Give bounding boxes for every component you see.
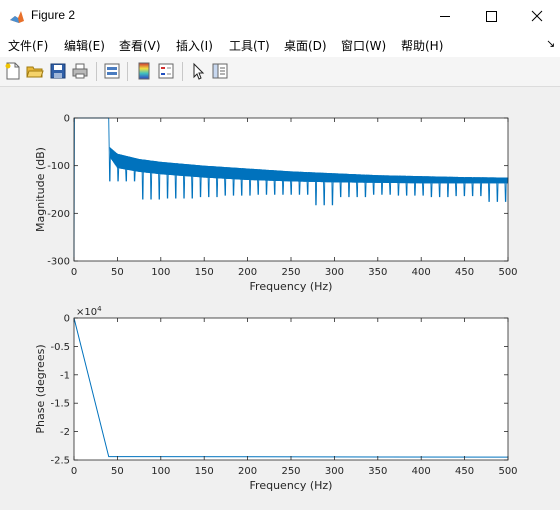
link-plot-icon[interactable] (103, 62, 121, 80)
axes-background (74, 318, 508, 460)
insert-colorbar-icon[interactable] (135, 62, 153, 80)
property-inspector-icon[interactable] (211, 62, 229, 80)
maximize-button[interactable] (468, 0, 514, 33)
x-axis-label: Frequency (Hz) (250, 280, 333, 293)
x-tick-label: 200 (238, 466, 257, 477)
x-tick-label: 500 (498, 466, 517, 477)
save-icon[interactable] (49, 62, 67, 80)
x-tick-label: 350 (368, 267, 387, 278)
y-axis-label: Magnitude (dB) (34, 147, 47, 232)
x-tick-label: 0 (71, 267, 77, 278)
magnitude-axes: 0 50 100 150 200 250 300 350 400 450 500 0 -100 -200 -… (34, 114, 518, 294)
x-tick-label: 150 (195, 267, 214, 278)
x-tick-label: 400 (412, 267, 431, 278)
x-tick-label: 350 (368, 466, 387, 477)
toolbar (0, 57, 560, 87)
menu-insert[interactable]: 插入(I) (176, 37, 213, 54)
window-title: Figure 2 (31, 8, 76, 22)
y-tick-label: -100 (47, 161, 70, 172)
toolbar-separator (182, 62, 183, 81)
y-tick-label: -1.5 (50, 399, 70, 410)
x-tick-label: 150 (195, 466, 214, 477)
x-tick-label: 450 (455, 466, 474, 477)
y-tick-label: -2 (60, 427, 70, 438)
y-tick-label: -300 (47, 257, 70, 268)
close-icon (531, 10, 543, 22)
x-tick-label: 250 (281, 267, 300, 278)
menu-file[interactable]: 文件(F) (8, 37, 48, 54)
menu-edit[interactable]: 编辑(E) (64, 37, 105, 54)
toolbar-separator (127, 62, 128, 81)
insert-legend-icon[interactable] (157, 62, 175, 80)
maximize-icon (486, 11, 497, 22)
x-tick-label: 100 (151, 466, 170, 477)
open-file-icon[interactable] (26, 62, 44, 80)
x-tick-label: 300 (325, 267, 344, 278)
matlab-icon (9, 9, 25, 25)
figure-canvas[interactable]: 0 50 100 150 200 250 300 350 400 450 500 0 -100 -200-… (0, 87, 560, 506)
menu-view[interactable]: 查看(V) (119, 37, 161, 54)
menu-desktop[interactable]: 桌面(D) (284, 37, 327, 54)
axis-exponent: ×104 (76, 305, 102, 318)
y-axis-label: Phase (degrees) (34, 344, 47, 433)
menu-tools[interactable]: 工具(T) (229, 37, 270, 54)
minimize-button[interactable] (422, 0, 468, 33)
x-tick-label: 200 (238, 267, 257, 278)
y-tick-label: 0 (64, 314, 70, 325)
y-tick-label: 0 (64, 114, 70, 125)
y-tick-label: -200 (47, 209, 70, 220)
phase-axes: 0 50 100 150 200 250 300 350 400 450 500 0 -0.5 -1 -1.… (34, 305, 518, 492)
toolbar-separator (96, 62, 97, 81)
plot-svg: 0 50 100 150 200 250 300 350 400 450 5000-100-200-… (34, 114, 518, 493)
x-tick-label: 500 (498, 267, 517, 278)
menu-help[interactable]: 帮助(H) (401, 37, 443, 54)
title-bar: Figure 2 (0, 0, 560, 33)
minimize-icon (440, 16, 450, 17)
y-tick-label: -2.5 (50, 456, 70, 467)
x-tick-label: 300 (325, 466, 344, 477)
x-tick-label: 50 (111, 267, 124, 278)
x-axis-label: Frequency (Hz) (250, 479, 333, 492)
menu-window[interactable]: 窗口(W) (341, 37, 386, 54)
menu-bar: 文件(F) 编辑(E) 查看(V) 插入(I) 工具(T) 桌面(D) 窗口(W… (0, 33, 560, 57)
close-button[interactable] (514, 0, 560, 33)
x-tick-label: 0 (71, 466, 77, 477)
menu-overflow-icon[interactable]: ↘ (546, 37, 555, 50)
print-icon[interactable] (71, 62, 89, 80)
x-tick-label: 50 (111, 466, 124, 477)
new-figure-icon[interactable] (4, 62, 22, 80)
x-tick-label: 100 (151, 267, 170, 278)
x-tick-label: 250 (281, 466, 300, 477)
y-tick-label: -0.5 (50, 342, 70, 353)
y-tick-label: -1 (60, 370, 70, 381)
x-tick-label: 450 (455, 267, 474, 278)
x-tick-label: 400 (412, 466, 431, 477)
edit-plot-icon[interactable] (189, 62, 207, 80)
